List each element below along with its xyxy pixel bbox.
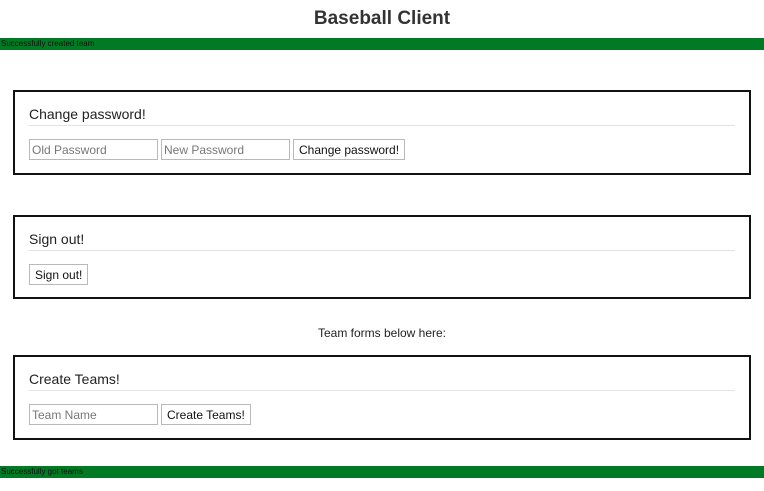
sign-out-heading: Sign out! [29,231,735,251]
page-title: Baseball Client [313,8,451,29]
team-name-input[interactable] [29,404,158,425]
old-password-input[interactable] [29,139,158,160]
create-teams-form: Create Teams! [29,404,735,425]
change-password-button[interactable]: Change password! [293,139,406,160]
create-teams-panel: Create Teams! Create Teams! [13,355,751,440]
new-password-input[interactable] [161,139,290,160]
create-teams-button[interactable]: Create Teams! [161,404,251,425]
change-password-form: Change password! [29,139,735,160]
change-password-heading: Change password! [29,106,735,126]
status-message-top: Successfully created team [0,38,764,50]
create-teams-heading: Create Teams! [29,371,735,391]
status-message-bottom: Successfully got teams [0,466,764,478]
change-password-panel: Change password! Change password! [13,90,751,175]
team-forms-note: Team forms below here: [317,326,447,340]
sign-out-button[interactable]: Sign out! [29,264,89,285]
sign-out-panel: Sign out! Sign out! [13,215,751,299]
sign-out-form: Sign out! [29,264,735,285]
